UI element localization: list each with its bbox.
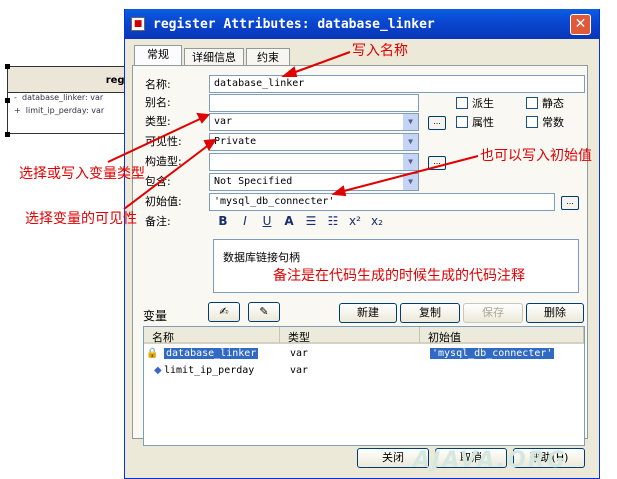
watermark: AJAVA.ORG bbox=[413, 448, 567, 473]
visibility-value: Private bbox=[214, 136, 257, 147]
chevron-down-icon[interactable]: ▼ bbox=[402, 154, 418, 170]
property-checkbox[interactable]: 属性 bbox=[456, 114, 494, 130]
initial-value-input[interactable]: 'mysql_db_connecter' bbox=[209, 193, 555, 211]
subscript-button[interactable]: x₂ bbox=[367, 212, 387, 230]
italic-button[interactable]: I bbox=[235, 212, 255, 230]
containment-value: Not Specified bbox=[214, 176, 293, 187]
static-checkbox[interactable]: 静态 bbox=[526, 95, 564, 111]
containment-select[interactable]: Not Specified ▼ bbox=[209, 173, 419, 191]
alias-input[interactable] bbox=[209, 94, 419, 112]
name-input[interactable]: database_linker bbox=[209, 75, 585, 93]
note-text: 数据库链接句柄 bbox=[223, 251, 300, 264]
alias-label: 别名: bbox=[145, 96, 171, 109]
property-label: 属性 bbox=[472, 116, 494, 129]
row-type: var bbox=[290, 348, 309, 359]
annotation-write-name: 写入名称 bbox=[352, 43, 408, 59]
delete-button[interactable]: 删除 bbox=[526, 303, 584, 323]
pen-icon[interactable]: ✎ bbox=[248, 302, 280, 322]
checkbox-box[interactable] bbox=[456, 97, 468, 109]
checkbox-box[interactable] bbox=[526, 97, 538, 109]
row-type: var bbox=[290, 365, 309, 376]
type-browse-button[interactable]: ... bbox=[428, 116, 446, 130]
derived-checkbox[interactable]: 派生 bbox=[456, 95, 494, 111]
tab-general[interactable]: 常规 bbox=[134, 45, 182, 67]
selection-handle[interactable] bbox=[5, 64, 10, 69]
class-attribute-row: + limit_ip_perday: var bbox=[8, 106, 134, 119]
variables-grid: 名称 类型 初始值 🔒 database_linker var 'mysql_d… bbox=[143, 326, 585, 446]
visibility-label: 可见性: bbox=[145, 135, 182, 148]
annotation-initial-value: 也可以写入初始值 bbox=[480, 148, 592, 164]
chevron-down-icon[interactable]: ▼ bbox=[402, 134, 418, 150]
row-name: database_linker bbox=[164, 348, 259, 359]
column-header-type[interactable]: 类型 bbox=[280, 327, 420, 344]
copy-button[interactable]: 复制 bbox=[400, 303, 460, 323]
save-button[interactable]: 保存 bbox=[463, 303, 523, 323]
containment-label: 包含: bbox=[145, 175, 171, 188]
close-icon[interactable]: ✕ bbox=[570, 14, 591, 35]
annotation-type: 选择或写入变量类型 bbox=[19, 166, 145, 182]
visibility-marker: - bbox=[14, 93, 17, 102]
class-attribute-row: - database_linker: var bbox=[8, 93, 134, 106]
visibility-select[interactable]: Private ▼ bbox=[209, 133, 419, 151]
annotation-note: 备注是在代码生成的时候生成的代码注释 bbox=[273, 268, 525, 284]
table-row[interactable]: ◆ limit_ip_perday var bbox=[144, 364, 584, 380]
name-label: 名称: bbox=[145, 78, 171, 91]
attribute-text: limit_ip_perday: var bbox=[25, 106, 105, 115]
const-label: 常数 bbox=[542, 116, 564, 129]
note-toolbar: B I U A ☰ ☷ x² x₂ bbox=[213, 212, 413, 230]
stereotype-label: 构造型: bbox=[145, 155, 182, 168]
visibility-marker: + bbox=[14, 106, 21, 115]
numbered-list-button[interactable]: ☷ bbox=[323, 212, 343, 230]
stereotype-select[interactable]: ▼ bbox=[209, 153, 419, 171]
type-value: var bbox=[214, 116, 233, 127]
new-button[interactable]: 新建 bbox=[339, 303, 397, 323]
bullet-list-button[interactable]: ☰ bbox=[301, 212, 321, 230]
stereotype-browse-button[interactable]: ... bbox=[428, 156, 446, 170]
type-select[interactable]: var ▼ bbox=[209, 113, 419, 131]
initial-value-browse-button[interactable]: ... bbox=[561, 196, 579, 210]
attribute-text: database_linker: var bbox=[21, 93, 104, 102]
selection-handle[interactable] bbox=[5, 98, 10, 103]
variables-label: 变量 bbox=[143, 309, 168, 323]
initial-value-label: 初始值: bbox=[145, 195, 182, 208]
type-label: 类型: bbox=[145, 115, 171, 128]
derived-label: 派生 bbox=[472, 97, 494, 110]
background-class-box[interactable]: regi - database_linker: var + limit_ip_p… bbox=[7, 66, 135, 134]
checkbox-box[interactable] bbox=[526, 116, 538, 128]
window-title: register Attributes: database_linker bbox=[153, 16, 435, 32]
class-name: regi bbox=[8, 67, 134, 93]
superscript-button[interactable]: x² bbox=[345, 212, 365, 230]
underline-button[interactable]: U bbox=[257, 212, 277, 230]
bold-button[interactable]: B bbox=[213, 212, 233, 230]
row-name: limit_ip_perday bbox=[164, 365, 255, 376]
attribute-icon: ◆ bbox=[154, 365, 162, 376]
annotation-visibility: 选择变量的可见性 bbox=[25, 211, 137, 227]
lock-icon: 🔒 bbox=[146, 348, 159, 359]
note-label: 备注: bbox=[145, 215, 171, 228]
checkbox-box[interactable] bbox=[456, 116, 468, 128]
font-color-button[interactable]: A bbox=[279, 212, 299, 230]
table-row[interactable]: 🔒 database_linker var 'mysql_db_connecte… bbox=[144, 347, 584, 363]
row-initial: 'mysql_db_connecter' bbox=[430, 348, 555, 359]
edit-icon[interactable]: ✍ bbox=[208, 302, 240, 322]
chevron-down-icon[interactable]: ▼ bbox=[402, 114, 418, 130]
title-bar[interactable]: ■ register Attributes: database_linker bbox=[125, 9, 599, 39]
chevron-down-icon[interactable]: ▼ bbox=[402, 174, 418, 190]
column-header-initial[interactable]: 初始值 bbox=[420, 327, 584, 344]
app-icon: ■ bbox=[131, 17, 145, 31]
column-header-name[interactable]: 名称 bbox=[144, 327, 280, 344]
selection-handle[interactable] bbox=[5, 132, 10, 137]
static-label: 静态 bbox=[542, 97, 564, 110]
const-checkbox[interactable]: 常数 bbox=[526, 114, 564, 130]
